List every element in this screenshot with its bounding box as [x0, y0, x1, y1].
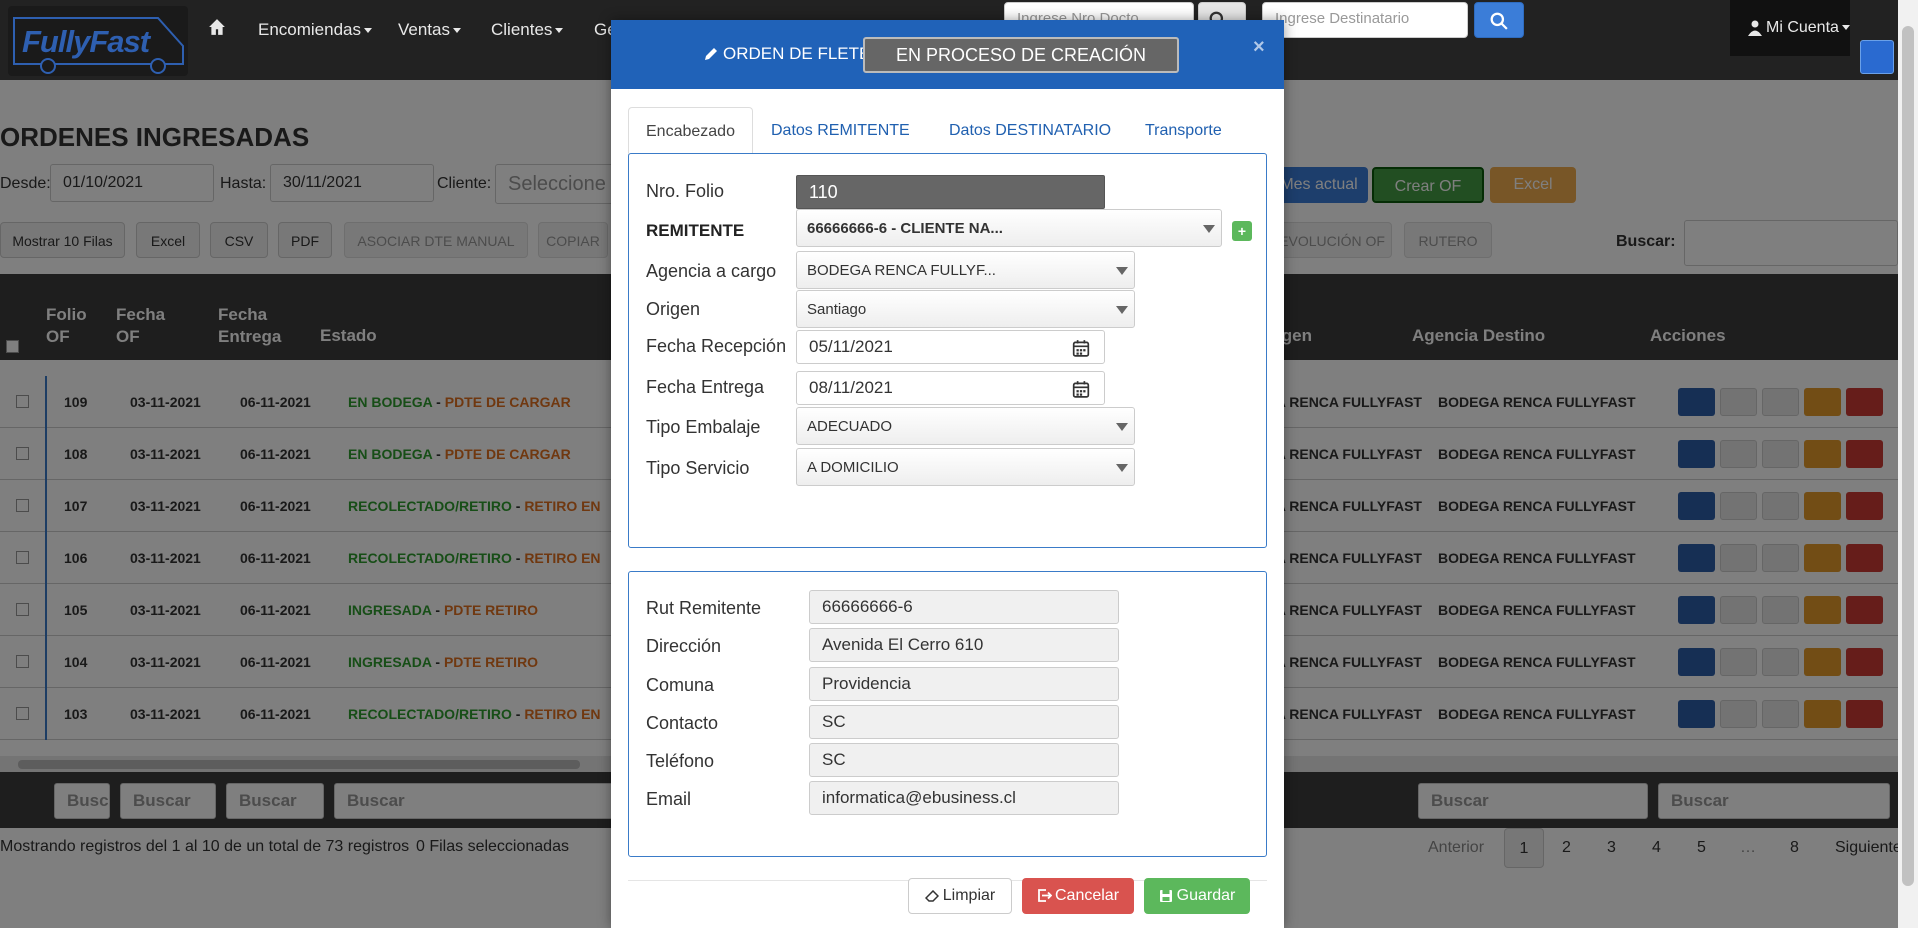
select-arrow-icon [1203, 225, 1215, 233]
encabezado-panel: Nro. Folio 110 REMITENTE 66666666-6 - CL… [628, 153, 1267, 548]
entrega-value: 08/11/2021 [809, 378, 893, 397]
origen-label: Origen [646, 299, 701, 319]
comuna-field[interactable]: Providencia [809, 667, 1119, 701]
close-icon[interactable]: × [1253, 36, 1265, 59]
embalaje-value: ADECUADO [807, 418, 893, 435]
select-arrow-icon [1116, 267, 1128, 275]
remitente-value: 66666666-6 - CLIENTE NA... [807, 220, 1003, 237]
embalaje-label: Tipo Embalaje [646, 417, 761, 437]
entrega-label: Fecha Entrega [646, 377, 765, 397]
search-destinatario-button[interactable] [1474, 2, 1524, 38]
agencia-value: BODEGA RENCA FULLYF... [807, 262, 996, 279]
search-icon [1490, 12, 1508, 30]
recepcion-value: 05/11/2021 [809, 337, 893, 356]
telefono-label: Teléfono [646, 751, 715, 771]
menu-ventas[interactable]: Ventas [398, 20, 461, 40]
servicio-select[interactable]: A DOMICILIO [796, 448, 1135, 486]
recepcion-date-input[interactable]: 05/11/2021 [796, 330, 1105, 364]
tab-encabezado[interactable]: Encabezado [628, 107, 753, 154]
email-field[interactable]: informatica@ebusiness.cl [809, 781, 1119, 815]
origen-select[interactable]: Santiago [796, 290, 1135, 328]
servicio-label: Tipo Servicio [646, 458, 750, 478]
folio-input[interactable]: 110 [796, 175, 1105, 209]
tab-datos-remitente[interactable]: Datos REMITENTE [754, 107, 927, 154]
recepcion-label: Fecha Recepción [646, 336, 787, 356]
menu-label: Encomiendas [258, 20, 362, 39]
contacto-field[interactable]: SC [809, 705, 1119, 739]
telefono-field[interactable]: SC [809, 743, 1119, 777]
limpiar-button[interactable]: Limpiar [908, 878, 1012, 914]
calendar-icon[interactable] [1072, 380, 1090, 398]
account-label: Mi Cuenta [1766, 19, 1850, 37]
sign-out-icon [1038, 889, 1053, 903]
cancelar-button[interactable]: Cancelar [1022, 878, 1134, 914]
origen-value: Santiago [807, 301, 867, 318]
calendar-icon[interactable] [1072, 339, 1090, 357]
folio-label: Nro. Folio [646, 181, 725, 201]
vertical-scrollbar-thumb[interactable] [1902, 26, 1914, 886]
tab-datos-destinatario[interactable]: Datos DESTINATARIO [932, 107, 1128, 154]
search-destinatario-input[interactable]: Ingrese Destinatario [1262, 2, 1468, 38]
limpiar-label: Limpiar [942, 887, 996, 904]
rut-label: Rut Remitente [646, 598, 762, 618]
select-arrow-icon [1116, 423, 1128, 431]
cancelar-label: Cancelar [1054, 887, 1120, 904]
plus-icon: + [1237, 223, 1247, 239]
pencil-icon [705, 48, 717, 60]
menu-encomiendas[interactable]: Encomiendas [258, 20, 373, 40]
caret-down-icon [555, 28, 564, 34]
home-icon[interactable] [208, 18, 226, 36]
direccion-field[interactable]: Avenida El Cerro 610 [809, 628, 1119, 662]
contacto-label: Contacto [646, 713, 719, 733]
comuna-label: Comuna [646, 675, 715, 695]
rut-field[interactable]: 66666666-6 [809, 590, 1119, 624]
agencia-select[interactable]: BODEGA RENCA FULLYF... [796, 251, 1135, 289]
menu-clientes[interactable]: Clientes [491, 20, 564, 40]
menu-label: Clientes [491, 20, 553, 39]
corner-button[interactable] [1860, 40, 1894, 74]
modal-title: ORDEN DE FLETE [723, 44, 871, 63]
orden-flete-modal: ORDEN DE FLETE EN PROCESO DE CREACIÓN × … [611, 20, 1284, 928]
entrega-date-input[interactable]: 08/11/2021 [796, 371, 1105, 405]
guardar-button[interactable]: Guardar [1144, 878, 1250, 914]
eraser-icon [924, 889, 939, 902]
direccion-label: Dirección [646, 636, 722, 656]
agencia-label: Agencia a cargo [646, 261, 777, 281]
save-icon [1159, 889, 1172, 902]
embalaje-select[interactable]: ADECUADO [796, 407, 1135, 445]
guardar-label: Guardar [1176, 887, 1236, 904]
select-arrow-icon [1116, 306, 1128, 314]
brand-name: FullyFast [22, 24, 150, 59]
select-arrow-icon [1116, 464, 1128, 472]
servicio-value: A DOMICILIO [807, 459, 899, 476]
brand-logo[interactable]: FullyFast [8, 6, 188, 76]
menu-label: Ventas [398, 20, 450, 39]
modal-header: ORDEN DE FLETE EN PROCESO DE CREACIÓN × [611, 20, 1284, 89]
account-menu[interactable]: Mi Cuenta [1730, 0, 1850, 56]
caret-down-icon [453, 28, 461, 34]
caret-down-icon [364, 28, 373, 34]
remitente-select[interactable]: 66666666-6 - CLIENTE NA... [796, 209, 1222, 247]
status-badge: EN PROCESO DE CREACIÓN [863, 37, 1179, 73]
email-label: Email [646, 789, 692, 809]
add-remitente-button[interactable]: + [1232, 221, 1252, 241]
remitente-panel: Rut Remitente 66666666-6 Dirección Aveni… [628, 571, 1267, 857]
vertical-scrollbar[interactable] [1898, 0, 1918, 928]
tab-transporte[interactable]: Transporte [1128, 107, 1239, 154]
user-icon [1748, 20, 1762, 36]
remitente-label: REMITENTE [646, 221, 745, 240]
